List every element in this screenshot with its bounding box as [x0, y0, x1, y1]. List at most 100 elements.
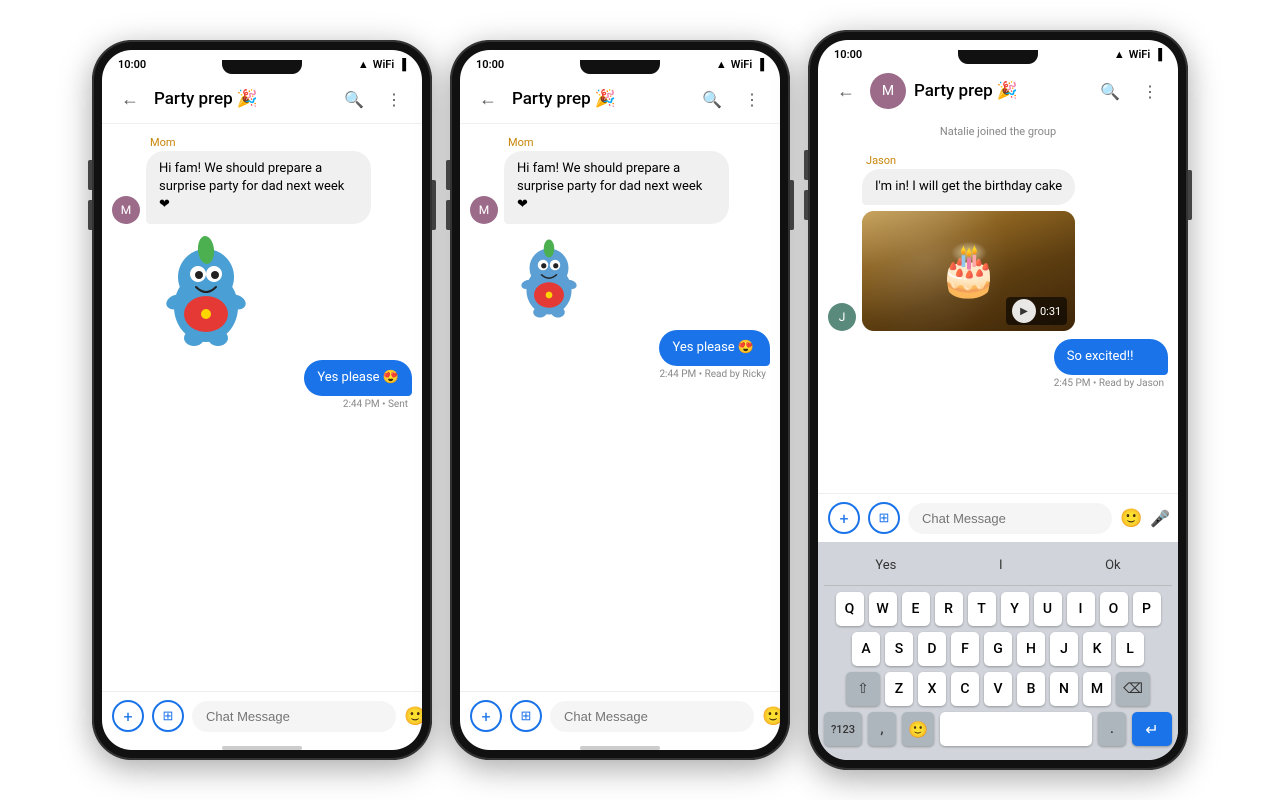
key-f[interactable]: F	[951, 632, 979, 666]
more-button-1[interactable]: ⋮	[378, 83, 410, 115]
key-y[interactable]: Y	[1001, 592, 1029, 626]
key-i[interactable]: I	[1067, 592, 1095, 626]
input-bar-1: + ⊞ 🙂 🎤	[102, 691, 422, 740]
key-a[interactable]: A	[852, 632, 880, 666]
more-button-2[interactable]: ⋮	[736, 83, 768, 115]
key-123[interactable]: ?123	[824, 712, 862, 746]
status-icons-3: ▲ WiFi ▐	[1114, 48, 1162, 61]
app-bar-3: ← M Party prep 🎉 🔍 ⋮	[818, 65, 1178, 117]
key-h[interactable]: H	[1017, 632, 1045, 666]
key-enter[interactable]: ↵	[1132, 712, 1172, 746]
bubble-mom-2: Hi fam! We should prepare a surprise par…	[504, 151, 729, 224]
chat-area-1: M Mom Hi fam! We should prepare a surpri…	[102, 124, 422, 691]
wifi-icon-3: WiFi	[1129, 48, 1150, 61]
key-l[interactable]: L	[1116, 632, 1144, 666]
key-comma[interactable]: ,	[868, 712, 896, 746]
battery-icon-1: ▐	[398, 58, 406, 71]
phone-2: 10:00 ▲ WiFi ▐ ← Party prep 🎉 🔍 ⋮	[450, 40, 790, 760]
key-backspace[interactable]: ⌫	[1116, 672, 1150, 706]
key-n[interactable]: N	[1050, 672, 1078, 706]
key-period[interactable]: .	[1098, 712, 1126, 746]
battery-icon-2: ▐	[756, 58, 764, 71]
party-emoji-2: 🎉	[595, 89, 616, 109]
key-b[interactable]: B	[1017, 672, 1045, 706]
phone-2-screen: 10:00 ▲ WiFi ▐ ← Party prep 🎉 🔍 ⋮	[460, 50, 780, 750]
key-space[interactable]	[940, 712, 1092, 746]
msg-row-received-2: M Mom Hi fam! We should prepare a surpri…	[470, 136, 770, 224]
emoji-button-1[interactable]: 🙂	[404, 700, 422, 732]
key-t[interactable]: T	[968, 592, 996, 626]
back-button-3[interactable]: ←	[830, 75, 862, 107]
phone-3-screen: 10:00 ▲ WiFi ▐ ← M Party prep 🎉 🔍 ⋮	[818, 40, 1178, 760]
key-e[interactable]: E	[902, 592, 930, 626]
key-shift[interactable]: ⇧	[846, 672, 880, 706]
more-button-3[interactable]: ⋮	[1134, 75, 1166, 107]
suggestion-ok[interactable]: Ok	[1093, 554, 1133, 577]
chat-input-1[interactable]	[192, 701, 396, 732]
title-2: Party prep 🎉	[512, 89, 688, 109]
msg-row-sent-1: Yes please 😍 2:44 PM • Sent	[112, 360, 412, 410]
bubble-sent-1: Yes please 😍	[304, 360, 412, 396]
key-q[interactable]: Q	[836, 592, 864, 626]
video-thumb[interactable]: ▶ 0:31	[862, 211, 1075, 331]
phones-container: 10:00 ▲ WiFi ▐ ← Party prep 🎉 🔍 ⋮	[0, 0, 1280, 800]
kb-row-1: Q W E R T Y U I O P	[824, 592, 1172, 626]
key-m[interactable]: M	[1083, 672, 1111, 706]
key-emoji[interactable]: 🙂	[902, 712, 934, 746]
play-button[interactable]: ▶	[1012, 299, 1036, 323]
emoji-button-3[interactable]: 🙂	[1120, 502, 1142, 534]
key-j[interactable]: J	[1050, 632, 1078, 666]
video-overlay: ▶ 0:31	[1006, 297, 1067, 325]
media-button-2[interactable]: ⊞	[510, 700, 542, 732]
emoji-button-2[interactable]: 🙂	[762, 700, 780, 732]
media-button-1[interactable]: ⊞	[152, 700, 184, 732]
key-c[interactable]: C	[951, 672, 979, 706]
search-button-2[interactable]: 🔍	[696, 83, 728, 115]
key-u[interactable]: U	[1034, 592, 1062, 626]
bubble-sent-3: So excited!!	[1054, 339, 1168, 375]
mic-button-3[interactable]: 🎤	[1150, 502, 1170, 534]
sender-name-jason: Jason	[866, 154, 1075, 167]
chat-input-2[interactable]	[550, 701, 754, 732]
add-button-1[interactable]: +	[112, 700, 144, 732]
chat-area-2: M Mom Hi fam! We should prepare a surpri…	[460, 124, 780, 691]
key-s[interactable]: S	[885, 632, 913, 666]
suggestion-i[interactable]: I	[987, 554, 1015, 577]
kb-row-3: ⇧ Z X C V B N M ⌫	[824, 672, 1172, 706]
signal-icon-2: ▲	[716, 58, 727, 71]
back-button-1[interactable]: ←	[114, 83, 146, 115]
msg-jason-content: Jason I'm in! I will get the birthday ca…	[862, 154, 1075, 331]
wifi-icon-1: WiFi	[373, 58, 394, 71]
home-indicator-1	[222, 746, 302, 750]
key-w[interactable]: W	[869, 592, 897, 626]
add-button-3[interactable]: +	[828, 502, 860, 534]
key-g[interactable]: G	[984, 632, 1012, 666]
key-r[interactable]: R	[935, 592, 963, 626]
key-o[interactable]: O	[1100, 592, 1128, 626]
key-k[interactable]: K	[1083, 632, 1111, 666]
battery-icon-3: ▐	[1154, 48, 1162, 61]
app-bar-1: ← Party prep 🎉 🔍 ⋮	[102, 75, 422, 124]
kb-suggestions: Yes I Ok	[824, 550, 1172, 586]
suggestion-yes[interactable]: Yes	[863, 554, 908, 577]
chat-input-3[interactable]	[908, 503, 1112, 534]
time-3: 10:00	[834, 48, 862, 61]
key-p[interactable]: P	[1133, 592, 1161, 626]
sticker-svg-1	[146, 232, 266, 352]
msg-row-received-1: M Mom Hi fam! We should prepare a surpri…	[112, 136, 412, 224]
sender-name-1: Mom	[150, 136, 371, 149]
key-v[interactable]: V	[984, 672, 1012, 706]
time-2: 10:00	[476, 58, 504, 71]
search-button-1[interactable]: 🔍	[338, 83, 370, 115]
key-x[interactable]: X	[918, 672, 946, 706]
add-button-2[interactable]: +	[470, 700, 502, 732]
key-z[interactable]: Z	[885, 672, 913, 706]
search-button-3[interactable]: 🔍	[1094, 75, 1126, 107]
sender-name-2: Mom	[508, 136, 729, 149]
party-emoji-3: 🎉	[997, 81, 1018, 101]
kb-row-4: ?123 , 🙂 . ↵	[824, 712, 1172, 746]
back-button-2[interactable]: ←	[472, 83, 504, 115]
key-d[interactable]: D	[918, 632, 946, 666]
time-1: 10:00	[118, 58, 146, 71]
media-button-3[interactable]: ⊞	[868, 502, 900, 534]
